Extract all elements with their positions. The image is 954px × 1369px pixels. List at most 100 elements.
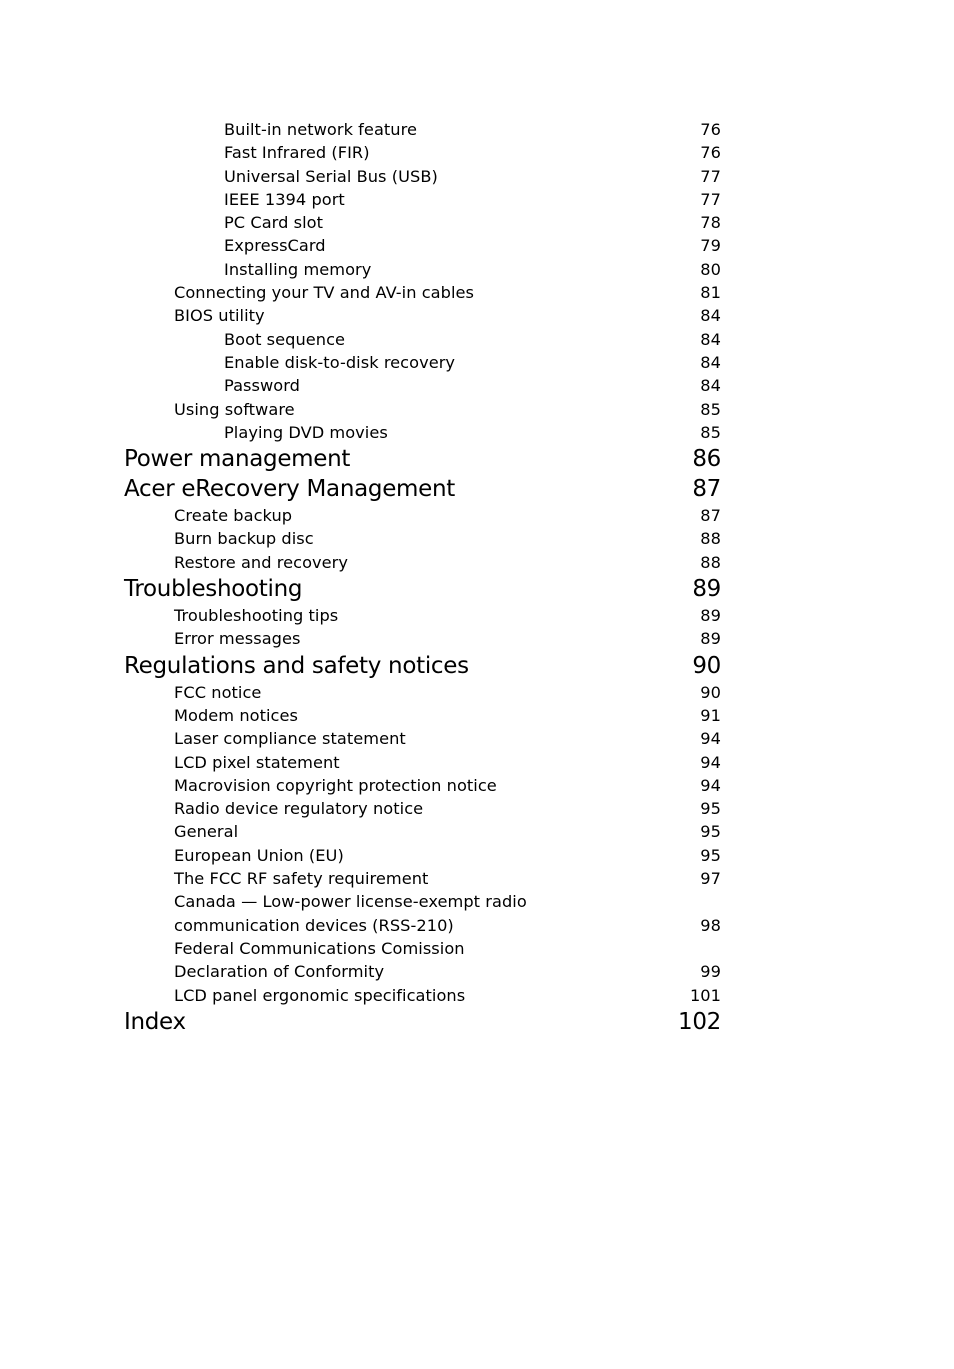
toc-entry-title: The FCC RF safety requirement bbox=[174, 869, 429, 889]
toc-entry-page-number: 101 bbox=[689, 985, 721, 1005]
toc-section-entry[interactable]: General 95 bbox=[124, 820, 721, 843]
toc-entry-title: BIOS utility bbox=[174, 306, 265, 326]
toc-entry-page-number: 91 bbox=[700, 705, 721, 725]
toc-entry-page-number: 89 bbox=[700, 606, 721, 626]
toc-entry-title: Universal Serial Bus (USB) bbox=[224, 166, 438, 186]
toc-section-entry[interactable]: Radio device regulatory notice 95 bbox=[124, 797, 721, 820]
toc-section-entry[interactable]: LCD pixel statement 94 bbox=[124, 751, 721, 774]
toc-entry-page-number: 84 bbox=[700, 376, 721, 396]
toc-entry-title: Power management bbox=[124, 446, 351, 473]
toc-entry-title: Playing DVD movies bbox=[224, 422, 388, 442]
toc-entry-page-number: 95 bbox=[700, 845, 721, 865]
toc-entry-title: Restore and recovery bbox=[174, 552, 349, 572]
toc-entry-page-number: 89 bbox=[700, 629, 721, 649]
toc-entry-page-number: 80 bbox=[700, 259, 721, 279]
toc-entry-title: IEEE 1394 port bbox=[224, 189, 345, 209]
toc-section-entry[interactable]: Burn backup disc 88 bbox=[124, 527, 721, 550]
toc-section-entry[interactable]: Enable disk-to-disk recovery 84 bbox=[124, 351, 721, 374]
toc-entry-title: Radio device regulatory notice bbox=[174, 799, 424, 819]
toc-entry-title: Installing memory bbox=[224, 259, 372, 279]
toc-entry-page-number: 76 bbox=[700, 143, 721, 163]
toc-entry-page-number: 76 bbox=[700, 120, 721, 139]
toc-entry-page-number: 87 bbox=[700, 506, 721, 526]
toc-entry-title: Enable disk-to-disk recovery bbox=[224, 352, 456, 372]
toc-entry-page-number: 77 bbox=[700, 189, 721, 209]
toc-section-entry[interactable]: The FCC RF safety requirement 97 bbox=[124, 867, 721, 890]
toc-section-entry[interactable]: Modem notices 91 bbox=[124, 704, 721, 727]
toc-section-entry[interactable]: Restore and recovery 88 bbox=[124, 551, 721, 574]
toc-entry-title: Error messages bbox=[174, 629, 301, 649]
toc-entry-title: Laser compliance statement bbox=[174, 729, 406, 749]
toc-section-entry[interactable]: Fast Infrared (FIR) 76 bbox=[124, 141, 721, 164]
toc-entry-title: Password bbox=[224, 376, 301, 396]
toc-section-entry[interactable]: Universal Serial Bus (USB) 77 bbox=[124, 165, 721, 188]
toc-entry-title: communication devices (RSS-210) bbox=[174, 915, 454, 935]
toc-entry-page-number: 90 bbox=[700, 682, 721, 702]
toc-section-entry[interactable]: IEEE 1394 port 77 bbox=[124, 188, 721, 211]
toc-entry-title: Troubleshooting bbox=[124, 576, 303, 603]
toc-entry-page-number: 85 bbox=[700, 399, 721, 419]
toc-section-entry[interactable]: LCD panel ergonomic specifications 101 bbox=[124, 984, 721, 1007]
toc-section-entry[interactable]: European Union (EU) 95 bbox=[124, 844, 721, 867]
toc-section-entry[interactable]: Troubleshooting tips 89 bbox=[124, 604, 721, 627]
toc-section-entry[interactable]: communication devices (RSS-210) 98 bbox=[124, 914, 721, 937]
toc-entry-page-number: 84 bbox=[700, 352, 721, 372]
toc-entry-title: Built-in network feature bbox=[224, 120, 417, 139]
toc-entry-title: Macrovision copyright protection notice bbox=[174, 775, 497, 795]
toc-entry-page-number: 81 bbox=[700, 283, 721, 303]
toc-entry-page-number: 97 bbox=[700, 869, 721, 889]
toc-entry-title: LCD pixel statement bbox=[174, 752, 340, 772]
toc-entry-page-number: 88 bbox=[700, 529, 721, 549]
toc-entry-title: Burn backup disc bbox=[174, 529, 314, 549]
toc-section-entry[interactable]: Error messages 89 bbox=[124, 627, 721, 650]
toc-entry-page-number: 98 bbox=[700, 915, 721, 935]
toc-entry-title: FCC notice bbox=[174, 682, 262, 702]
toc-section-entry[interactable]: Federal Communications Comission bbox=[124, 937, 721, 960]
toc-section-entry[interactable]: Macrovision copyright protection notice 9… bbox=[124, 774, 721, 797]
toc-entry-page-number: 94 bbox=[700, 729, 721, 749]
toc-entry-title: Declaration of Conformity bbox=[174, 962, 385, 982]
toc-section-entry[interactable]: Canada — Low-power license-exempt radio bbox=[124, 890, 721, 913]
toc-section-entry[interactable]: Laser compliance statement 94 bbox=[124, 727, 721, 750]
toc-entry-title: ExpressCard bbox=[224, 236, 326, 256]
toc-section-entry[interactable]: Declaration of Conformity 99 bbox=[124, 960, 721, 983]
toc-chapter-entry[interactable]: Regulations and safety notices 90 bbox=[124, 651, 721, 681]
toc-section-entry[interactable]: Boot sequence 84 bbox=[124, 328, 721, 351]
toc-entry-page-number: 87 bbox=[692, 476, 721, 503]
toc-entry-title: Modem notices bbox=[174, 705, 298, 725]
toc-section-entry[interactable]: FCC notice 90 bbox=[124, 681, 721, 704]
toc-section-entry[interactable]: Password 84 bbox=[124, 374, 721, 397]
toc-entry-page-number: 99 bbox=[700, 962, 721, 982]
toc-entry-title: Canada — Low-power license-exempt radio bbox=[174, 892, 527, 912]
toc-entry-title: Using software bbox=[174, 399, 295, 419]
toc-entry-page-number: 78 bbox=[700, 213, 721, 233]
toc-entry-title: Troubleshooting tips bbox=[174, 606, 339, 626]
toc-section-entry[interactable]: ExpressCard 79 bbox=[124, 234, 721, 257]
toc-entry-title: Regulations and safety notices bbox=[124, 652, 469, 679]
toc-section-entry[interactable]: Using software 85 bbox=[124, 398, 721, 421]
toc-entry-page-number: 94 bbox=[700, 775, 721, 795]
toc-entry-page-number: 88 bbox=[700, 552, 721, 572]
toc-entry-page-number: 102 bbox=[678, 1008, 721, 1035]
toc-entry-page-number: 85 bbox=[700, 422, 721, 442]
toc-section-entry[interactable]: Playing DVD movies 85 bbox=[124, 421, 721, 444]
toc-entry-title: Create backup bbox=[174, 506, 293, 526]
toc-chapter-entry[interactable]: Power management 86 bbox=[124, 444, 721, 474]
toc-chapter-entry[interactable]: Index 102 bbox=[124, 1007, 721, 1037]
toc-chapter-entry[interactable]: Troubleshooting 89 bbox=[124, 574, 721, 604]
toc-section-entry[interactable]: Create backup 87 bbox=[124, 504, 721, 527]
toc-entry-title: LCD panel ergonomic specifications bbox=[174, 985, 466, 1005]
toc-entry-page-number: 95 bbox=[700, 799, 721, 819]
toc-entry-title: Index bbox=[124, 1008, 186, 1035]
toc-entry-page-number: 95 bbox=[700, 822, 721, 842]
toc-section-entry[interactable]: Installing memory 80 bbox=[124, 258, 721, 281]
toc-section-entry[interactable]: BIOS utility 84 bbox=[124, 304, 721, 327]
toc-entry-page-number: 79 bbox=[700, 236, 721, 256]
toc-section-entry[interactable]: Connecting your TV and AV-in cables 81 bbox=[124, 281, 721, 304]
toc-chapter-entry[interactable]: Acer eRecovery Management 87 bbox=[124, 474, 721, 504]
toc-section-entry[interactable]: PC Card slot 78 bbox=[124, 211, 721, 234]
toc-entry-page-number: 90 bbox=[692, 652, 721, 679]
toc-entry-page-number: 84 bbox=[700, 306, 721, 326]
toc-entry-page-number: 77 bbox=[700, 166, 721, 186]
toc-section-entry[interactable]: Built-in network feature 76 bbox=[124, 118, 721, 141]
